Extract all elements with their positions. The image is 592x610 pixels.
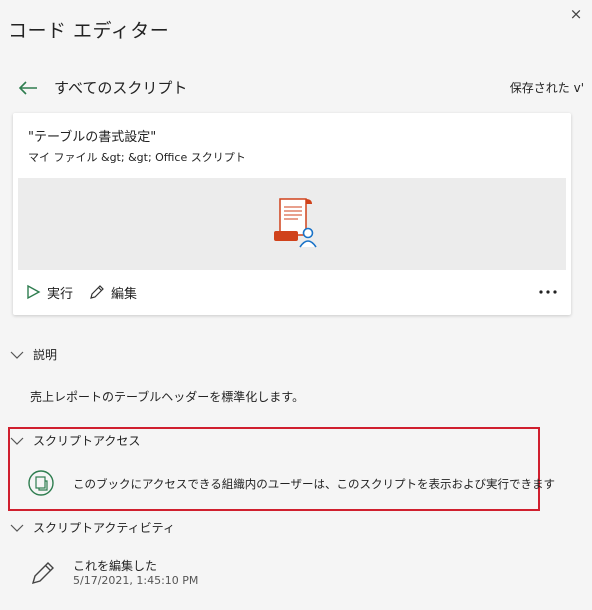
run-label: 実行 xyxy=(47,286,74,302)
script-preview xyxy=(18,178,566,270)
script-scroll-user-icon xyxy=(274,198,317,248)
chevron-down-icon xyxy=(10,351,24,359)
access-text: このブックにアクセスできる組織内のユーザーは、このスクリプトを表示および実行でき… xyxy=(73,477,555,491)
description-text: 売上レポートのテーブルヘッダーを標準化します。 xyxy=(30,390,305,404)
script-card: "テーブルの書式設定" マイ ファイル &gt; &gt; Office スクリ… xyxy=(13,113,571,315)
activity-section-header[interactable]: スクリプトアクティビティ xyxy=(10,519,175,536)
script-name: "テーブルの書式設定" xyxy=(28,130,157,145)
play-icon xyxy=(27,284,41,300)
description-section-header[interactable]: 説明 xyxy=(10,346,57,363)
description-heading: 説明 xyxy=(33,348,58,362)
chevron-down-icon xyxy=(10,437,24,445)
back-to-all-scripts-link[interactable]: すべてのスクリプト xyxy=(54,77,187,98)
run-button[interactable]: 実行 xyxy=(25,281,73,303)
shared-document-icon xyxy=(28,470,54,496)
edit-button[interactable]: 編集 xyxy=(89,281,137,303)
pencil-icon xyxy=(31,562,54,585)
script-path: マイ ファイル &gt; &gt; Office スクリプト xyxy=(28,151,246,164)
ellipsis-icon[interactable] xyxy=(537,285,559,299)
activity-heading: スクリプトアクティビティ xyxy=(33,521,175,535)
saved-status[interactable]: 保存された v' xyxy=(510,79,584,96)
activity-timestamp: 5/17/2021, 1:45:10 PM xyxy=(73,574,199,587)
access-heading: スクリプトアクセス xyxy=(33,434,141,448)
edit-label: 編集 xyxy=(111,286,138,302)
access-section-header[interactable]: スクリプトアクセス xyxy=(10,432,140,449)
arrow-left-icon[interactable] xyxy=(16,76,42,100)
panel-title: コード エディター xyxy=(8,20,170,42)
close-icon[interactable]: × xyxy=(566,4,586,24)
activity-action: これを編集した xyxy=(73,559,158,573)
chevron-down-icon xyxy=(10,524,24,532)
pencil-icon xyxy=(90,285,104,299)
